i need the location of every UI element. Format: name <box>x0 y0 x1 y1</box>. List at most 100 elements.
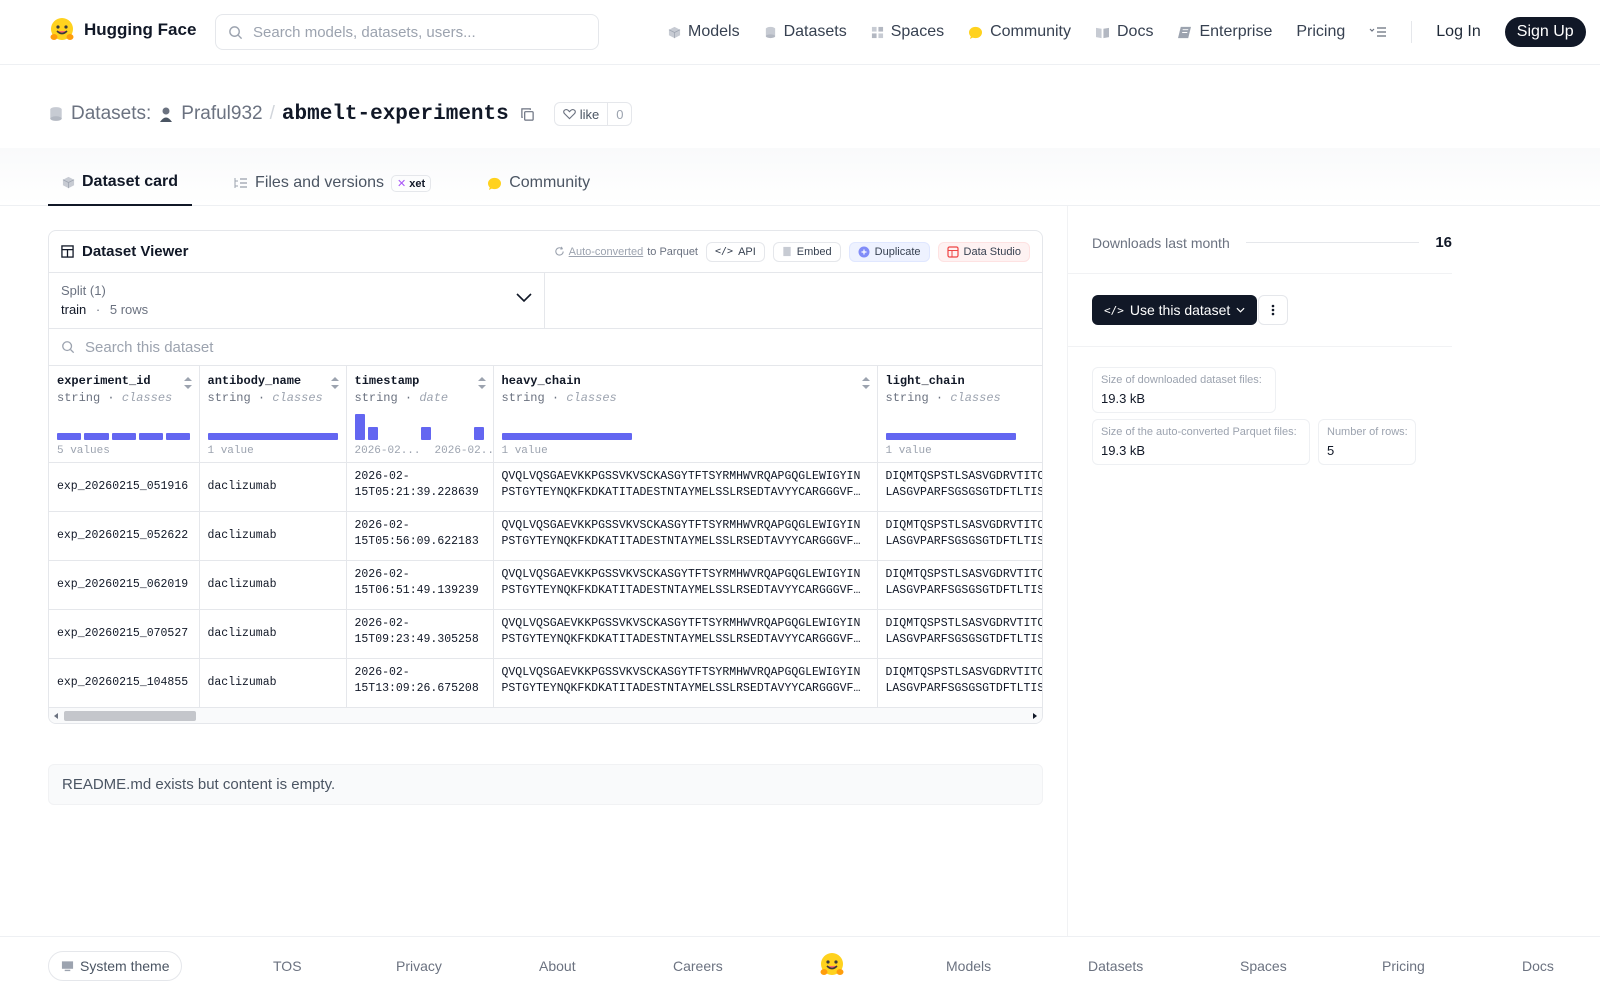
column-histogram[interactable] <box>207 410 338 440</box>
api-button[interactable]: </> API <box>706 241 765 262</box>
histogram-bar[interactable] <box>138 432 164 440</box>
footer-link-datasets[interactable]: Datasets <box>1088 958 1143 974</box>
use-this-dataset-button[interactable]: </> Use this dataset <box>1092 295 1258 325</box>
footer-link-models[interactable]: Models <box>946 958 991 974</box>
home-link[interactable]: Hugging Face <box>48 16 196 44</box>
scroll-left-icon[interactable] <box>52 708 60 724</box>
cell-timestamp[interactable]: 2026-02- 15T05:56:09.622183 <box>346 511 494 561</box>
cell-heavy-chain[interactable]: QVQLVQSGAEVKKPGSSVKVSCKASGYTFTSYRMHWVRQA… <box>493 462 878 512</box>
cell-light-chain[interactable]: DIQMTQSPSTLSASVGDRVTITC LASGVPARFSGSGSGTD… <box>877 511 1042 561</box>
data-studio-button[interactable]: Data Studio <box>937 241 1030 262</box>
table-row[interactable]: exp_20260215_052622 daclizumab 2026-02- 1… <box>49 511 1042 561</box>
histogram-bar[interactable] <box>420 426 432 440</box>
histogram-bar[interactable] <box>207 432 338 440</box>
cell-timestamp[interactable]: 2026-02- 15T06:51:49.139239 <box>346 560 494 610</box>
cell-light-chain[interactable]: DIQMTQSPSTLSASVGDRVTITC LASGVPARFSGSGSGTD… <box>877 609 1042 659</box>
histogram-bar[interactable] <box>501 432 632 440</box>
cell-timestamp[interactable]: 2026-02- 15T05:21:39.228639 <box>346 462 494 512</box>
cell-experiment-id[interactable]: exp_20260215_051916 <box>49 462 200 512</box>
table-row[interactable]: exp_20260215_104855 daclizumab 2026-02- 1… <box>49 658 1042 708</box>
cell-timestamp[interactable]: 2026-02- 15T13:09:26.675208 <box>346 658 494 708</box>
dataset-search-input[interactable]: Search this dataset <box>49 329 1042 366</box>
footer-link-spaces[interactable]: Spaces <box>1240 958 1287 974</box>
repo-owner-link[interactable]: Praful932 <box>181 103 262 125</box>
auto-converted-link[interactable]: Auto-converted <box>569 246 644 258</box>
footer-link-careers[interactable]: Careers <box>673 958 723 974</box>
footer-link-about[interactable]: About <box>539 958 576 974</box>
horizontal-scrollbar[interactable] <box>49 707 1042 723</box>
table-row[interactable]: exp_20260215_062019 daclizumab 2026-02- 1… <box>49 560 1042 610</box>
nav-datasets[interactable]: Datasets <box>764 23 847 41</box>
column-header-antibody-name[interactable]: antibody_name string · classes 1 value <box>199 366 347 463</box>
histogram-bar[interactable] <box>354 413 365 440</box>
cell-experiment-id[interactable]: exp_20260215_052622 <box>49 511 200 561</box>
login-link[interactable]: Log In <box>1436 23 1480 41</box>
nav-community[interactable]: Community <box>968 23 1071 41</box>
like-button[interactable]: like 0 <box>553 102 633 126</box>
more-options-button[interactable] <box>1258 295 1288 325</box>
column-histogram[interactable] <box>354 410 485 440</box>
histogram-bar[interactable] <box>57 432 82 440</box>
cell-antibody-name[interactable]: daclizumab <box>199 658 347 708</box>
duplicate-button[interactable]: Duplicate <box>848 241 930 262</box>
nav-spaces[interactable]: Spaces <box>871 23 944 41</box>
cell-antibody-name[interactable]: daclizumab <box>199 609 347 659</box>
cell-antibody-name[interactable]: daclizumab <box>199 560 347 610</box>
table-row[interactable]: exp_20260215_051916 daclizumab 2026-02- 1… <box>49 462 1042 512</box>
scrollbar-thumb[interactable] <box>64 711 196 721</box>
histogram-bar[interactable] <box>84 432 109 440</box>
histogram-bar[interactable] <box>474 426 485 440</box>
cell-heavy-chain[interactable]: QVQLVQSGAEVKKPGSSVKVSCKASGYTFTSYRMHWVRQA… <box>493 511 878 561</box>
cell-light-chain[interactable]: DIQMTQSPSTLSASVGDRVTITC LASGVPARFSGSGSGTD… <box>877 462 1042 512</box>
cell-antibody-name[interactable]: daclizumab <box>199 462 347 512</box>
footer-link-docs[interactable]: Docs <box>1522 958 1554 974</box>
global-search-input[interactable]: Search models, datasets, users... <box>215 14 599 50</box>
column-header-light-chain[interactable]: light_chain string · classes 1 value <box>877 366 1042 463</box>
nav-pricing[interactable]: Pricing <box>1296 23 1345 41</box>
column-histogram[interactable] <box>885 410 1016 440</box>
like-toggle[interactable]: like <box>555 103 609 125</box>
column-header-heavy-chain[interactable]: heavy_chain string · classes 1 value <box>493 366 878 463</box>
sort-icon[interactable] <box>861 376 871 390</box>
tab-dataset-card[interactable]: Dataset card <box>48 160 193 206</box>
column-histogram[interactable] <box>501 410 632 440</box>
scroll-right-icon[interactable] <box>1031 708 1039 724</box>
footer-link-privacy[interactable]: Privacy <box>396 958 442 974</box>
cell-light-chain[interactable]: DIQMTQSPSTLSASVGDRVTITC LASGVPARFSGSGSGTD… <box>877 560 1042 610</box>
nav-models[interactable]: Models <box>668 23 740 41</box>
sort-icon[interactable] <box>183 376 193 390</box>
cell-experiment-id[interactable]: exp_20260215_104855 <box>49 658 200 708</box>
hugging-face-logo-icon[interactable] <box>818 951 846 979</box>
table-row[interactable]: exp_20260215_070527 daclizumab 2026-02- 1… <box>49 609 1042 659</box>
copy-icon[interactable] <box>520 107 535 122</box>
cell-timestamp[interactable]: 2026-02- 15T09:23:49.305258 <box>346 609 494 659</box>
cell-experiment-id[interactable]: exp_20260215_062019 <box>49 560 200 610</box>
tab-community[interactable]: Community <box>473 160 604 206</box>
embed-button[interactable]: Embed <box>772 241 841 262</box>
repo-name-link[interactable]: abmelt-experiments <box>282 103 509 126</box>
cell-antibody-name[interactable]: daclizumab <box>199 511 347 561</box>
histogram-bar[interactable] <box>111 432 136 440</box>
cell-heavy-chain[interactable]: QVQLVQSGAEVKKPGSSVKVSCKASGYTFTSYRMHWVRQA… <box>493 560 878 610</box>
column-header-experiment-id[interactable]: experiment_id string · classes 5 values <box>49 366 200 463</box>
histogram-bar[interactable] <box>885 432 1016 440</box>
nav-enterprise[interactable]: Enterprise <box>1177 23 1272 41</box>
cell-heavy-chain[interactable]: QVQLVQSGAEVKKPGSSVKVSCKASGYTFTSYRMHWVRQA… <box>493 658 878 708</box>
signup-button[interactable]: Sign Up <box>1504 17 1586 47</box>
cell-heavy-chain[interactable]: QVQLVQSGAEVKKPGSSVKVSCKASGYTFTSYRMHWVRQA… <box>493 609 878 659</box>
theme-toggle-button[interactable]: System theme <box>48 951 183 981</box>
column-header-timestamp[interactable]: timestamp string · date 2026-02... 2026-0… <box>346 366 494 463</box>
histogram-bar[interactable] <box>367 426 379 440</box>
footer-link-tos[interactable]: TOS <box>273 958 302 974</box>
repo-kind-link[interactable]: Datasets: <box>71 103 151 125</box>
column-histogram[interactable] <box>57 410 191 440</box>
cell-experiment-id[interactable]: exp_20260215_070527 <box>49 609 200 659</box>
tab-files-and-versions[interactable]: Files and versions ✕ xet <box>220 160 445 206</box>
footer-link-pricing[interactable]: Pricing <box>1382 958 1425 974</box>
cell-light-chain[interactable]: DIQMTQSPSTLSASVGDRVTITC LASGVPARFSGSGSGTD… <box>877 658 1042 708</box>
histogram-bar[interactable] <box>166 432 191 440</box>
sort-icon[interactable] <box>477 376 487 390</box>
sort-icon[interactable] <box>330 376 340 390</box>
more-menu-button[interactable] <box>1369 26 1387 38</box>
nav-docs[interactable]: Docs <box>1095 23 1153 41</box>
